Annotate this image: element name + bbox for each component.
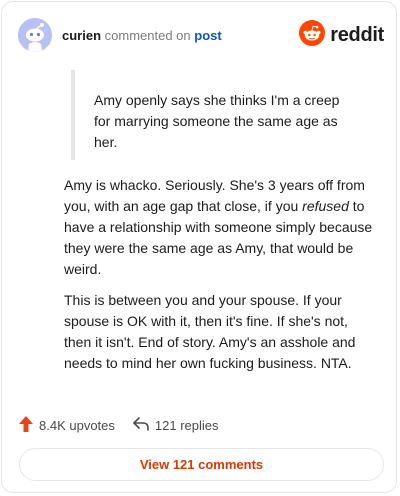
comment-stats: 8.4K upvotes 121 replies xyxy=(19,415,219,435)
post-link[interactable]: post xyxy=(194,28,221,43)
commenter-line: curien commented on post xyxy=(62,28,222,44)
quoted-text: Amy openly says she thinks I'm a creep f… xyxy=(71,70,351,160)
upvote-arrow-icon xyxy=(19,415,33,435)
snoo-avatar-icon[interactable] xyxy=(18,18,52,52)
upvotes-count: 8.4K upvotes xyxy=(39,417,115,433)
reddit-wordmark: reddit xyxy=(330,23,384,46)
reddit-logo-icon xyxy=(299,19,326,51)
comment-header: curien commented on post reddit xyxy=(18,18,384,54)
p1-emphasis: refused xyxy=(302,198,349,214)
upvotes-stat[interactable]: 8.4K upvotes xyxy=(19,415,115,435)
reddit-logo[interactable]: reddit xyxy=(299,19,384,51)
reply-arrow-icon xyxy=(133,416,149,434)
replies-count: 121 replies xyxy=(154,417,219,433)
comment-paragraph-1: Amy is whacko. Seriously. She's 3 years … xyxy=(64,175,378,280)
comment-paragraph-2: This is between you and your spouse. If … xyxy=(64,292,356,371)
view-comments-button[interactable]: View 121 comments xyxy=(19,448,384,481)
quote-body: Amy openly says she thinks I'm a creep f… xyxy=(94,92,340,150)
comment-card: curien commented on post reddit Amy open… xyxy=(1,1,397,493)
action-text: commented on xyxy=(104,28,191,43)
replies-stat[interactable]: 121 replies xyxy=(133,416,219,434)
username[interactable]: curien xyxy=(62,28,101,43)
